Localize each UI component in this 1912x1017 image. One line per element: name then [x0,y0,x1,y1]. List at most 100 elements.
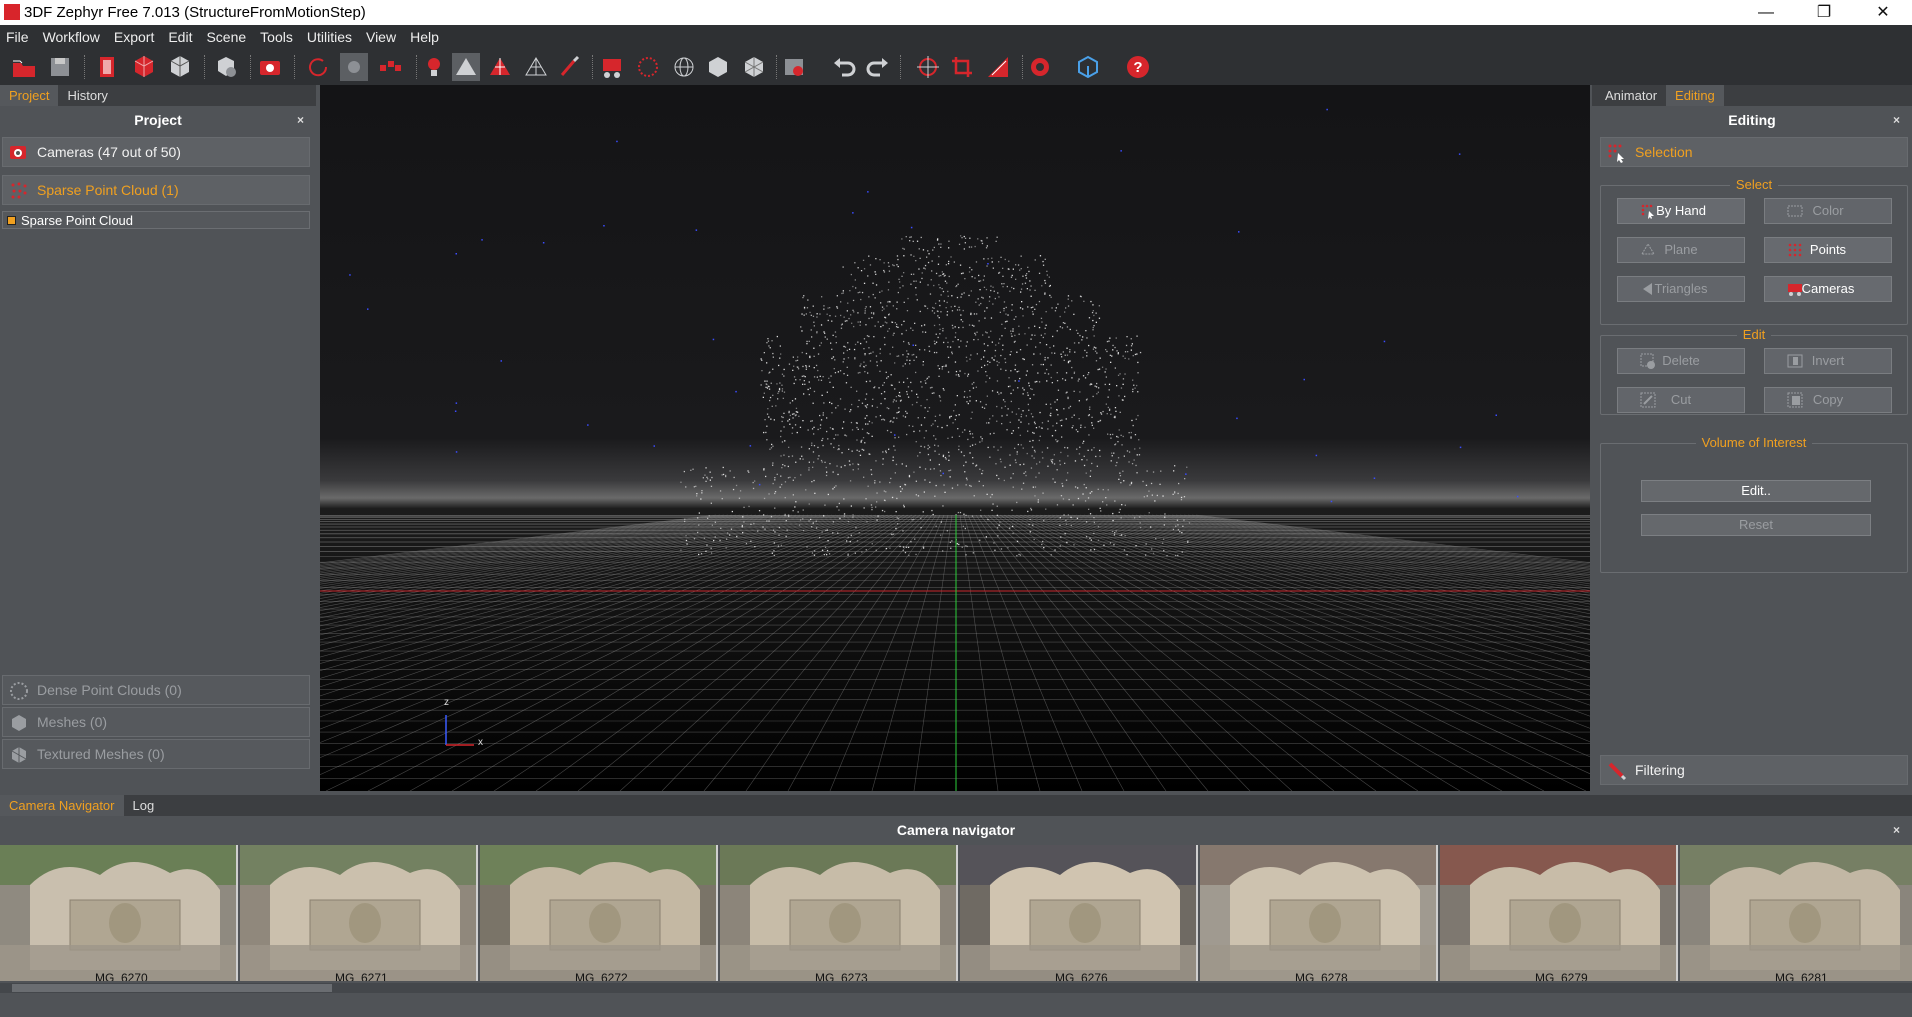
hexagon-icon[interactable] [704,53,732,81]
tab-camera-navigator[interactable]: Camera Navigator [0,795,124,816]
triangles-select-icon [1643,283,1652,295]
sphere-red-icon[interactable] [634,53,662,81]
textured-meshes-section[interactable]: Textured Meshes (0) [2,739,310,769]
voi-edit-button[interactable]: Edit.. [1641,480,1871,502]
thumbnail-label: _MG_6279 [1528,972,1588,981]
help-icon[interactable]: ? [1124,53,1152,81]
camera-navigator-header: Camera navigator × [0,816,1912,844]
transform-icon[interactable] [914,53,942,81]
dense-clouds-section[interactable]: Dense Point Clouds (0) [2,675,310,705]
point-mode-icon[interactable] [340,53,368,81]
close-button[interactable]: ✕ [1854,0,1912,25]
cameras-section[interactable]: Cameras (47 out of 50) [2,137,310,167]
select-by-hand-button[interactable]: By Hand [1617,198,1745,224]
sparse-cloud-item-label: Sparse Point Cloud [21,213,134,228]
camera-icon[interactable] [256,53,284,81]
close-navigator-button[interactable]: × [1893,816,1900,844]
select-points-button[interactable]: Points [1764,237,1892,263]
selection-icon [1608,144,1624,163]
mesh-solid-icon[interactable] [452,53,480,81]
axis-x-label: x [478,737,483,748]
menu-export[interactable]: Export [108,25,162,49]
meshes-section[interactable]: Meshes (0) [2,707,310,737]
save-project-icon[interactable] [46,53,74,81]
invert-button[interactable]: Invert [1764,348,1892,374]
tab-history[interactable]: History [58,85,116,106]
camera-thumbnail[interactable]: _MG_6276 [960,845,1198,981]
open-project-icon[interactable] [10,53,38,81]
maximize-button[interactable]: ❐ [1795,0,1853,25]
undo-icon[interactable] [830,53,858,81]
mesh-red-icon[interactable] [486,53,514,81]
thumbnail-image [480,845,716,981]
close-project-panel-button[interactable]: × [297,106,304,134]
selection-section[interactable]: Selection [1600,137,1908,167]
3d-viewport[interactable]: z x [320,85,1590,791]
hexagon-wire-icon[interactable] [740,53,768,81]
camera-thumbnail[interactable]: _MG_6273 [720,845,958,981]
delete-button[interactable]: Delete [1617,348,1745,374]
redo-icon[interactable] [864,53,892,81]
tab-project[interactable]: Project [0,85,59,106]
menu-view[interactable]: View [360,25,404,49]
tab-animator[interactable]: Animator [1596,85,1666,106]
cameras-view-icon[interactable] [376,53,404,81]
sphere-wire-icon[interactable] [670,53,698,81]
select-cameras-button[interactable]: Cameras [1764,276,1892,302]
sparse-cloud-section[interactable]: Sparse Point Cloud (1) [2,175,310,205]
scrollbar-thumb[interactable] [12,984,332,992]
menu-workflow[interactable]: Workflow [37,25,108,49]
new-project-icon[interactable] [94,53,122,81]
dense-cloud-icon [10,682,28,700]
meshes-label: Meshes (0) [37,714,108,730]
camera-thumbnail[interactable]: _MG_6281 [1680,845,1912,981]
brush-icon[interactable] [556,53,584,81]
cut-button[interactable]: Cut [1617,387,1745,413]
cube-gray-icon[interactable] [166,53,194,81]
camera-thumbnail[interactable]: _MG_6271 [240,845,478,981]
copy-button[interactable]: Copy [1764,387,1892,413]
minimize-button[interactable]: — [1737,0,1795,25]
menu-edit[interactable]: Edit [162,25,200,49]
menu-file[interactable]: File [0,25,37,49]
crop-icon[interactable] [948,53,976,81]
voi-reset-button[interactable]: Reset [1641,514,1871,536]
select-group: Select By Hand Color Plane Points Triang… [1600,177,1908,325]
edit-group: Edit Delete Invert Cut Copy [1600,327,1908,415]
lightbulb-icon[interactable] [420,53,448,81]
menu-help[interactable]: Help [404,25,447,49]
plane-select-icon [1641,243,1655,255]
camera-thumbnail[interactable]: _MG_6278 [1200,845,1438,981]
mesh-wire-icon[interactable] [522,53,550,81]
close-editing-panel-button[interactable]: × [1893,106,1900,134]
settings-gear-icon[interactable] [1026,53,1054,81]
select-color-button[interactable]: Color [1764,198,1892,224]
cube-red-icon[interactable] [130,53,158,81]
screenshot-icon[interactable] [780,53,808,81]
editing-panel: Animator Editing Editing × Selection Sele… [1592,85,1912,791]
filtering-section[interactable]: Filtering [1600,755,1908,785]
select-triangles-button[interactable]: Triangles [1617,276,1745,302]
axis-z-label: z [444,697,449,708]
camera-thumbnail[interactable]: _MG_6279 [1440,845,1678,981]
menu-utilities[interactable]: Utilities [301,25,360,49]
measure-icon[interactable] [984,53,1012,81]
sparse-cloud-item[interactable]: Sparse Point Cloud [2,211,310,229]
mesh-settings-icon[interactable] [212,53,240,81]
camera-thumbnail[interactable]: _MG_6270 [0,845,238,981]
camera-thumbnail[interactable]: _MG_6272 [480,845,718,981]
point-cloud-view[interactable] [320,85,1590,791]
tab-editing[interactable]: Editing [1666,85,1724,106]
menu-tools[interactable]: Tools [254,25,301,49]
bottom-tabbar: Camera Navigator Log [0,795,1912,816]
tab-log[interactable]: Log [124,795,164,816]
horizontal-scrollbar[interactable] [0,983,1912,993]
cameras-label: Cameras (47 out of 50) [37,144,181,160]
3dfmarket-icon[interactable] [1074,53,1102,81]
cloud-color-swatch [7,216,16,225]
rotate-icon[interactable] [304,53,332,81]
app-logo-icon [4,4,20,20]
camera-path-icon[interactable] [598,53,626,81]
select-plane-button[interactable]: Plane [1617,237,1745,263]
menu-scene[interactable]: Scene [200,25,254,49]
